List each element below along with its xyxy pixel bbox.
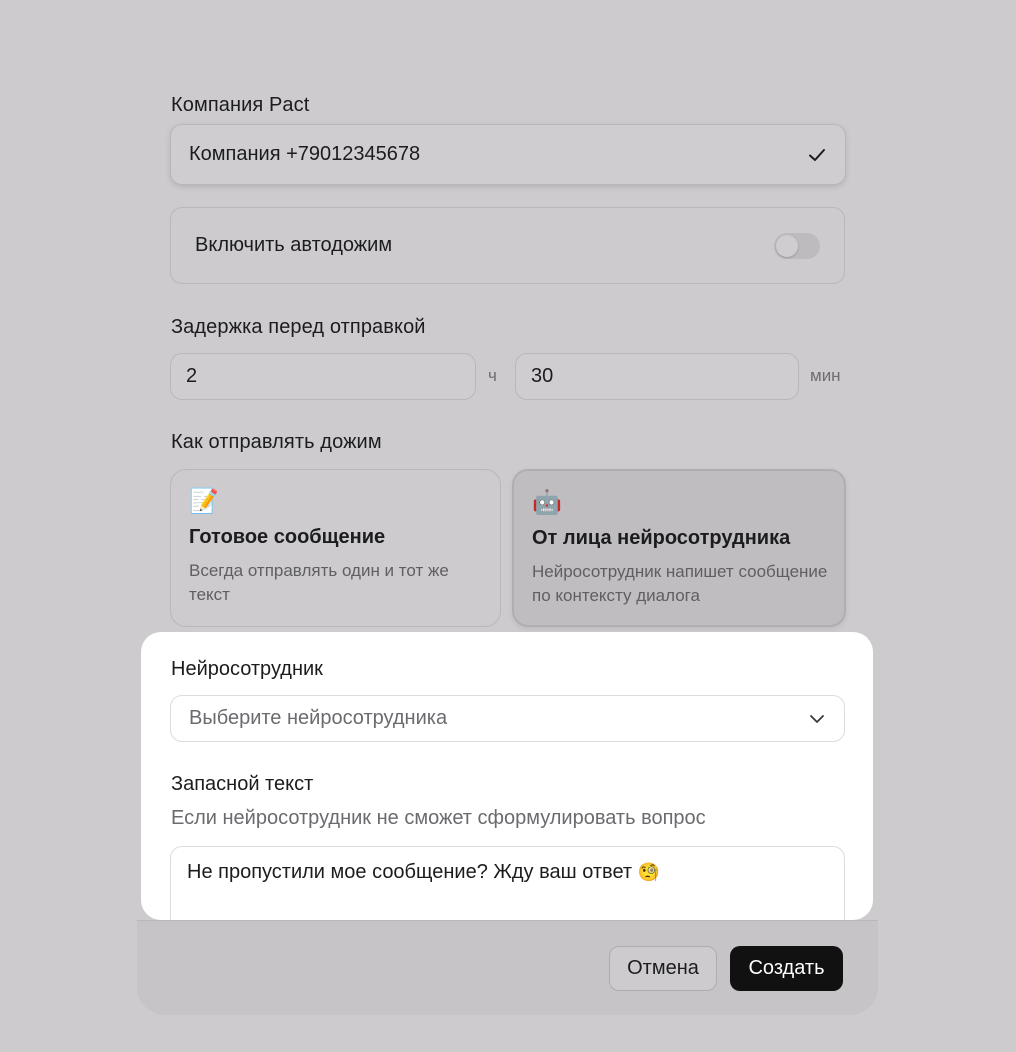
send-mode-label: Как отправлять дожим [171,431,382,453]
company-label: Компания Pact [171,94,310,116]
agent-label: Нейросотрудник [171,658,323,680]
option-title: Готовое сообщение [189,526,386,548]
cancel-button[interactable]: Отмена [609,946,717,991]
create-button[interactable]: Создать [730,946,843,991]
fallback-textarea[interactable]: Не пропустили мое сообщение? Жду ваш отв… [170,846,845,920]
minutes-value: 30 [531,365,554,387]
fallback-text: Не пропустили мое сообщение? Жду ваш отв… [187,861,633,883]
dialog-footer: Отмена Создать [137,920,878,1015]
check-icon [809,148,825,161]
minutes-unit: мин [810,366,841,385]
hours-input[interactable]: 2 [170,353,476,400]
option-description: Всегда отправлять один и тот же текст [189,561,449,604]
autofollow-label: Включить автодожим [195,234,393,256]
agent-select[interactable]: Выберите нейросотрудника [170,695,845,742]
hours-unit: ч [488,366,497,385]
monocle-face-icon: 🧐 [637,862,661,882]
company-select[interactable]: Компания +79012345678 [170,124,846,185]
autofollow-toggle[interactable] [774,232,820,259]
option-ai-agent[interactable]: 🤖 От лица нейросотрудника Нейросотрудник… [512,469,846,627]
toggle-knob [776,234,798,257]
robot-icon: 🤖 [532,489,562,516]
option-title: От лица нейросотрудника [532,527,791,549]
chevron-down-icon [810,714,824,723]
hours-value: 2 [186,365,198,387]
delay-label: Задержка перед отправкой [171,316,426,338]
option-description: Нейросотрудник напишет сообщение по конт… [532,562,828,605]
option-ready-message[interactable]: 📝 Готовое сообщение Всегда отправлять од… [170,469,501,627]
agent-placeholder: Выберите нейросотрудника [189,707,448,729]
memo-icon: 📝 [189,488,219,515]
fallback-label: Запасной текст [171,773,314,795]
company-value: Компания +79012345678 [189,143,421,165]
minutes-input[interactable]: 30 [515,353,799,400]
ai-settings-panel: Нейросотрудник Выберите нейросотрудника … [141,632,873,920]
autofollow-row: Включить автодожим [170,207,845,284]
fallback-hint: Если нейросотрудник не сможет сформулиро… [171,807,706,829]
